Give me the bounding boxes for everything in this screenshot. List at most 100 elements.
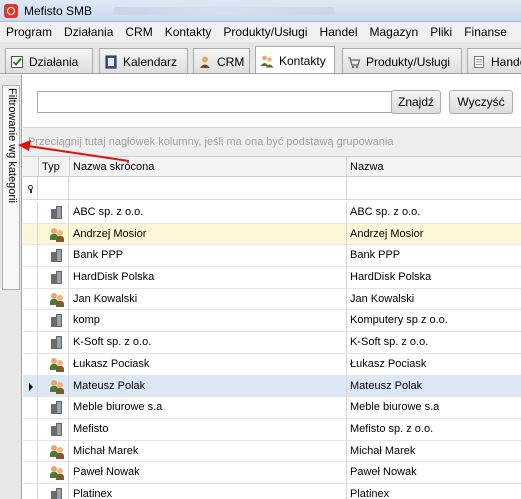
table-row[interactable]: komp Komputery sp z o.o. — [23, 310, 521, 333]
menu-handel[interactable]: Handel — [313, 22, 363, 42]
table-row[interactable]: HardDisk Polska HardDisk Polska — [23, 267, 521, 289]
menu-magazyn[interactable]: Magazyn — [363, 22, 424, 42]
group-by-hint: Przeciągnij tutaj nagłówek kolumny, jeśl… — [28, 136, 394, 148]
row-indicator[interactable] — [23, 397, 38, 418]
type-cell — [38, 462, 69, 483]
table-row[interactable]: ABC sp. z o.o. ABC sp. z o.o. — [23, 202, 521, 224]
cell-name: Łukasz Pociask — [346, 353, 521, 375]
menu-finanse[interactable]: Finanse — [458, 22, 513, 42]
person-contact-icon — [50, 357, 65, 372]
tab-produkty-uslugi[interactable]: Produkty/Usługi — [342, 48, 462, 73]
table-row[interactable]: Bank PPP Bank PPP — [23, 245, 521, 268]
row-indicator[interactable] — [23, 267, 38, 288]
cell-name: K-Soft sp. z o.o. — [346, 332, 521, 353]
company-contact-icon — [51, 271, 63, 285]
column-header-nazwa[interactable]: Nazwa — [346, 157, 521, 177]
cell-short-name: Paweł Nowak — [73, 466, 140, 479]
blurred-title-region — [114, 6, 335, 15]
filter-cell-typ[interactable] — [38, 177, 69, 200]
tab-crm[interactable]: CRM — [193, 48, 250, 73]
table-row[interactable]: Paweł Nowak Paweł Nowak — [23, 462, 521, 484]
row-indicator[interactable] — [23, 483, 38, 499]
column-header-nazwa-skrocona[interactable]: Nazwa skrócona — [69, 157, 346, 177]
calendar-icon — [104, 55, 118, 69]
tab-kontakty[interactable]: Kontakty — [255, 46, 335, 73]
category-filter-label: Filtrowanie wg kategorii — [6, 88, 18, 203]
person-icon — [198, 55, 212, 69]
row-indicator[interactable] — [23, 223, 38, 245]
auto-filter-row[interactable] — [23, 177, 521, 200]
category-filter-tab[interactable]: Filtrowanie wg kategorii — [2, 85, 20, 290]
type-cell — [38, 483, 69, 499]
table-row[interactable]: Michał Marek Michał Marek — [23, 440, 521, 463]
person-contact-icon — [50, 465, 65, 481]
type-cell — [38, 353, 69, 375]
row-indicator[interactable] — [23, 332, 38, 353]
menu-bar: Program Działania CRM Kontakty Produkty/… — [0, 22, 521, 42]
cell-name: Bank PPP — [346, 245, 521, 267]
company-contact-icon — [51, 314, 63, 328]
person-contact-icon — [50, 227, 65, 242]
table-row[interactable]: Jan Kowalski Jan Kowalski — [23, 288, 521, 311]
row-indicator[interactable] — [23, 310, 38, 332]
tab-kalendarz[interactable]: Kalendarz — [99, 48, 188, 73]
menu-kontakty[interactable]: Kontakty — [159, 22, 218, 42]
company-contact-icon — [51, 249, 63, 263]
tab-label: Działania — [29, 54, 79, 69]
company-contact-icon — [51, 206, 63, 219]
cell-name: Andrzej Mosior — [346, 223, 521, 245]
tab-dzialania[interactable]: Działania — [5, 48, 93, 73]
cell-short-name: komp — [73, 314, 100, 327]
cell-short-name: HardDisk Polska — [73, 271, 155, 284]
checklist-icon — [10, 55, 24, 69]
table-row[interactable]: K-Soft sp. z o.o. K-Soft sp. z o.o. — [23, 332, 521, 354]
find-button[interactable]: Znajdź — [391, 90, 441, 114]
company-contact-icon — [51, 422, 63, 436]
table-row[interactable]: Mateusz Polak Mateusz Polak — [23, 375, 521, 398]
menu-program[interactable]: Program — [0, 22, 58, 42]
type-cell — [38, 375, 69, 397]
company-contact-icon — [51, 401, 63, 415]
cell-short-name: K-Soft sp. z o.o. — [73, 336, 152, 349]
table-row[interactable]: Andrzej Mosior Andrzej Mosior — [23, 223, 521, 246]
type-cell — [38, 310, 69, 332]
row-indicator[interactable] — [23, 245, 38, 267]
clear-button[interactable]: Wyczyść — [449, 90, 513, 114]
table-row[interactable]: Mefisto Mefisto sp. z o.o. — [23, 418, 521, 441]
current-row-arrow-icon — [29, 382, 33, 391]
column-header-typ[interactable]: Typ — [38, 157, 69, 177]
type-cell — [38, 440, 69, 462]
row-indicator[interactable] — [23, 440, 38, 462]
row-indicator[interactable] — [23, 353, 38, 375]
table-row[interactable]: Łukasz Pociask Łukasz Pociask — [23, 353, 521, 376]
type-cell — [38, 223, 69, 245]
table-row[interactable]: Meble biurowe s.a Meble biurowe s.a — [23, 397, 521, 419]
menu-pliki[interactable]: Pliki — [424, 22, 458, 42]
menu-produkty[interactable]: Produkty/Usługi — [217, 22, 313, 42]
group-by-area[interactable]: Przeciągnij tutaj nagłówek kolumny, jeśl… — [23, 127, 521, 156]
contacts-grid: Typ Nazwa skrócona Nazwa ABC sp. z o.o. A… — [23, 156, 521, 499]
table-row[interactable]: Platinex Platinex — [23, 483, 521, 499]
row-indicator[interactable] — [23, 288, 38, 310]
type-cell — [38, 418, 69, 440]
cell-short-name: ABC sp. z o.o. — [73, 206, 144, 218]
tab-handel[interactable]: Handel — [467, 48, 521, 73]
cell-name: Paweł Nowak — [346, 462, 521, 483]
search-bar: Znajdź Wyczyść — [23, 75, 521, 127]
cell-short-name: Łukasz Pociask — [73, 357, 150, 370]
row-indicator[interactable] — [23, 202, 38, 223]
menu-dzialania[interactable]: Działania — [58, 22, 119, 42]
filter-cell-nazwa[interactable] — [346, 177, 521, 200]
cell-short-name: Platinex — [73, 487, 113, 499]
menu-crm[interactable]: CRM — [119, 22, 158, 42]
row-indicator[interactable] — [23, 462, 38, 483]
grid-rows: ABC sp. z o.o. ABC sp. z o.o. Andrzej Mosi… — [23, 202, 521, 499]
cell-short-name: Andrzej Mosior — [73, 227, 147, 240]
cell-short-name: Mefisto — [73, 422, 109, 435]
row-indicator[interactable] — [23, 375, 38, 397]
document-icon — [472, 55, 486, 69]
cell-name: Michał Marek — [346, 440, 521, 462]
cell-name: Meble biurowe s.a — [346, 397, 521, 418]
row-indicator[interactable] — [23, 418, 38, 440]
search-combobox[interactable] — [37, 91, 408, 113]
